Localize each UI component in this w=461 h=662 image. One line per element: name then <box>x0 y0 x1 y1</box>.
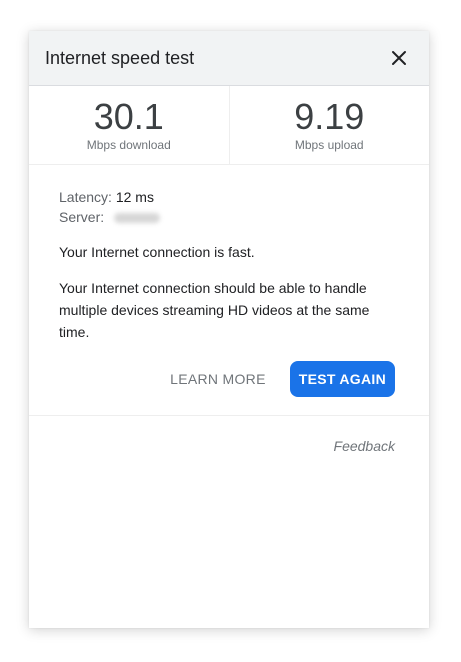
dialog-footer: Feedback <box>29 416 429 456</box>
feedback-link[interactable]: Feedback <box>334 438 395 454</box>
server-label: Server: <box>59 209 105 225</box>
close-icon <box>392 51 406 65</box>
speed-summary: Your Internet connection is fast. <box>59 244 255 260</box>
upload-value: 9.19 <box>294 96 365 137</box>
result-details: Latency: 12 ms Server: Your Internet con… <box>29 165 429 416</box>
latency-value: 12 ms <box>115 189 154 205</box>
dialog-header: Internet speed test <box>29 31 429 86</box>
upload-metric: 9.19 Mbps upload <box>228 86 430 164</box>
learn-more-button[interactable]: LEARN MORE <box>170 371 266 387</box>
close-button[interactable] <box>385 44 413 72</box>
action-row: LEARN MORE TEST AGAIN <box>59 361 395 397</box>
latency-row: Latency: 12 ms <box>59 187 399 207</box>
test-again-button[interactable]: TEST AGAIN <box>289 361 395 397</box>
speed-test-dialog: Internet speed test 30.1 Mbps download 9… <box>29 31 429 628</box>
server-value-redacted <box>114 213 161 224</box>
upload-label: Mbps upload <box>294 138 364 152</box>
download-label: Mbps download <box>86 138 171 152</box>
download-metric: 30.1 Mbps download <box>29 86 229 164</box>
latency-label: Latency: <box>59 189 112 205</box>
speed-description: Your Internet connection should be able … <box>59 280 370 340</box>
dialog-title: Internet speed test <box>45 47 195 68</box>
speed-metrics: 30.1 Mbps download 9.19 Mbps upload <box>29 86 429 165</box>
download-value: 30.1 <box>93 96 164 137</box>
server-row: Server: <box>59 207 399 227</box>
